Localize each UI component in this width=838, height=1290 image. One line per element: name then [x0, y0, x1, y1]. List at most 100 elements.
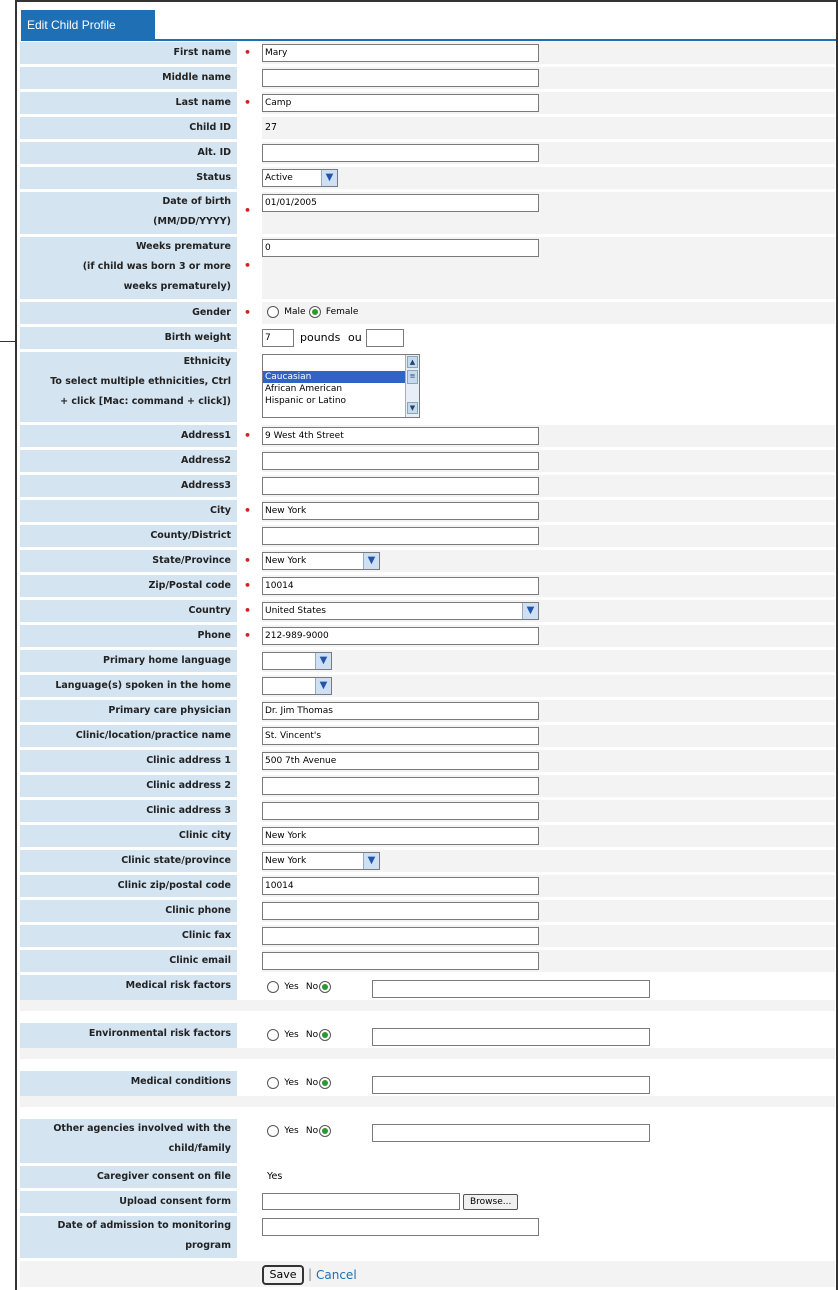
row-zip: Zip/Postal code • 10014 [20, 575, 835, 597]
environmental-risk-no-radio[interactable] [319, 1029, 332, 1041]
weeks-premature-label-line1: Weeks premature [136, 241, 231, 252]
address3-input[interactable] [262, 477, 539, 495]
clinic-address1-cell: 500 7th Avenue [262, 750, 835, 772]
required-star: • [244, 579, 252, 592]
other-agencies-input[interactable] [372, 1124, 650, 1142]
clinic-city-input[interactable]: New York [262, 827, 539, 845]
medical-risk-yes-radio[interactable] [267, 981, 279, 993]
clinic-name-input[interactable]: St. Vincent's [262, 727, 539, 745]
medical-risk-input[interactable] [372, 980, 650, 998]
medical-conditions-input[interactable] [372, 1076, 650, 1094]
clinic-name-label: Clinic/location/practice name [20, 725, 237, 747]
environmental-risk-yes-radio[interactable] [267, 1029, 279, 1041]
medical-conditions-no-radio[interactable] [319, 1077, 332, 1089]
required-star: • [244, 604, 252, 617]
other-agencies-no-radio[interactable] [319, 1125, 332, 1137]
ethnicity-listbox[interactable]: Caucasian African American Hispanic or L… [262, 354, 420, 418]
first-name-input[interactable]: Mary [262, 44, 539, 62]
cancel-link[interactable]: Cancel [316, 1265, 357, 1285]
environmental-risk-input[interactable] [372, 1028, 650, 1046]
row-clinic-city: Clinic city New York [20, 825, 835, 847]
ethnicity-label-line1: Ethnicity [183, 356, 231, 367]
clinic-state-value: New York [265, 856, 307, 866]
tab-edit-child-profile[interactable]: Edit Child Profile [21, 10, 155, 41]
clinic-email-input[interactable] [262, 952, 539, 970]
row-country: Country • United States ▼ [20, 600, 835, 622]
clinic-zip-input[interactable]: 10014 [262, 877, 539, 895]
ethnicity-option[interactable]: African American [263, 383, 419, 395]
primary-language-select[interactable]: ▼ [262, 652, 332, 670]
phone-input[interactable]: 212-989-9000 [262, 627, 539, 645]
scroll-up-icon[interactable]: ▲ [407, 356, 418, 368]
medical-conditions-yes-radio[interactable] [267, 1077, 279, 1089]
address1-input[interactable]: 9 West 4th Street [262, 427, 539, 445]
status-select[interactable]: Active ▼ [262, 169, 338, 187]
gender-male-radio[interactable] [267, 306, 279, 318]
clinic-address1-input[interactable]: 500 7th Avenue [262, 752, 539, 770]
medical-risk-no-radio[interactable] [319, 981, 332, 993]
required-star: • [244, 46, 252, 59]
consent-on-file-cell: Yes [262, 1166, 835, 1188]
country-select[interactable]: United States ▼ [262, 602, 539, 620]
child-id-label: Child ID [20, 117, 237, 139]
scroll-down-icon[interactable]: ▼ [407, 402, 418, 414]
row-clinic-fax: Clinic fax [20, 925, 835, 947]
row-dob: Date of birth (MM/DD/YYYY) • 01/01/2005 [20, 192, 835, 234]
birth-weight-ounces-input[interactable] [366, 329, 404, 347]
zip-cell: 10014 [262, 575, 835, 597]
row-status: Status Active ▼ [20, 167, 835, 189]
ethnicity-label-line3: + click [Mac: command + click]) [60, 396, 231, 407]
required-star: • [244, 306, 252, 319]
medical-conditions-yes-label: Yes [284, 1078, 299, 1088]
gender-female-radio[interactable] [308, 306, 321, 318]
clinic-state-select[interactable]: New York ▼ [262, 852, 380, 870]
physician-input[interactable]: Dr. Jim Thomas [262, 702, 539, 720]
birth-weight-pounds-input[interactable]: 7 [262, 329, 294, 347]
ethnicity-scrollbar[interactable]: ▲ ≡ ▼ [405, 355, 419, 417]
last-name-label: Last name [20, 92, 237, 114]
upload-consent-input[interactable] [262, 1193, 460, 1210]
scroll-thumb[interactable]: ≡ [407, 370, 418, 384]
row-spacer [20, 1000, 835, 1011]
physician-cell: Dr. Jim Thomas [262, 700, 835, 722]
page-left-border [15, 0, 17, 1290]
ethnicity-option[interactable]: Hispanic or Latino [263, 395, 419, 407]
ethnicity-option-selected[interactable]: Caucasian [263, 371, 419, 383]
address2-input[interactable] [262, 452, 539, 470]
address3-cell [262, 475, 835, 497]
weeks-premature-input[interactable]: 0 [262, 239, 539, 257]
environmental-risk-yes-label: Yes [284, 1030, 299, 1040]
middle-name-input[interactable] [262, 69, 539, 87]
city-input[interactable]: New York [262, 502, 539, 520]
save-button[interactable]: Save [262, 1265, 304, 1285]
ethnicity-label-line2: To select multiple ethnicities, Ctrl [50, 376, 231, 387]
gender-label: Gender [20, 302, 237, 324]
clinic-phone-input[interactable] [262, 902, 539, 920]
clinic-phone-label: Clinic phone [20, 900, 237, 922]
admission-date-input[interactable] [262, 1218, 539, 1236]
clinic-address2-input[interactable] [262, 777, 539, 795]
row-clinic-name: Clinic/location/practice name St. Vincen… [20, 725, 835, 747]
languages-spoken-select[interactable]: ▼ [262, 677, 332, 695]
row-state: State/Province • New York ▼ [20, 550, 835, 572]
upload-consent-label: Upload consent form [20, 1191, 237, 1213]
dob-input[interactable]: 01/01/2005 [262, 194, 539, 212]
row-address2: Address2 [20, 450, 835, 472]
consent-on-file-value: Yes [267, 1171, 283, 1182]
state-select[interactable]: New York ▼ [262, 552, 380, 570]
clinic-address1-label: Clinic address 1 [20, 750, 237, 772]
phone-label: Phone [20, 625, 237, 647]
clinic-fax-input[interactable] [262, 927, 539, 945]
browse-button[interactable]: Browse... [463, 1194, 519, 1210]
ethnicity-option[interactable] [263, 355, 419, 371]
last-name-input[interactable]: Camp [262, 94, 539, 112]
row-clinic-state: Clinic state/province New York ▼ [20, 850, 835, 872]
other-agencies-yes-radio[interactable] [267, 1125, 279, 1137]
admission-date-label-line2: program [185, 1240, 231, 1251]
address2-cell [262, 450, 835, 472]
county-input[interactable] [262, 527, 539, 545]
zip-input[interactable]: 10014 [262, 577, 539, 595]
admission-date-cell [262, 1216, 835, 1258]
clinic-address3-input[interactable] [262, 802, 539, 820]
alt-id-input[interactable] [262, 144, 539, 162]
